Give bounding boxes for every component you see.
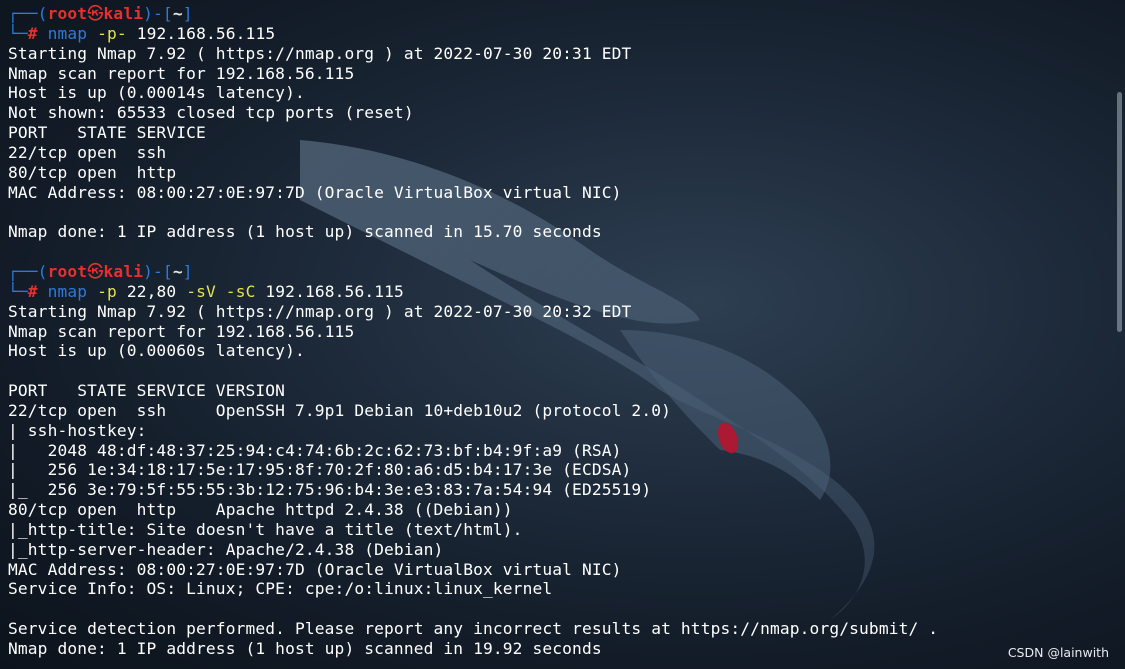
output-line: Starting Nmap 7.92 ( https://nmap.org ) … — [8, 43, 632, 63]
command-arg: 22,80 — [126, 281, 177, 301]
prompt-symbol: # — [27, 23, 38, 43]
command-line: └─# nmap -p 22,80 -sV -sC 192.168.56.115 — [8, 281, 404, 301]
output-line: |_http-server-header: Apache/2.4.38 (Deb… — [8, 539, 444, 559]
output-line: Service detection performed. Please repo… — [8, 619, 939, 639]
command-flag: -p- — [97, 23, 127, 43]
command-line: └─# nmap -p- 192.168.56.115 — [8, 23, 276, 43]
output-line: Not shown: 65533 closed tcp ports (reset… — [8, 103, 414, 123]
output-line: Nmap scan report for 192.168.56.115 — [8, 321, 355, 341]
output-line: 22/tcp open ssh OpenSSH 7.9p1 Debian 10+… — [8, 400, 672, 420]
output-line: |_http-title: Site doesn't have a title … — [8, 519, 523, 539]
output-line: Nmap scan report for 192.168.56.115 — [8, 63, 355, 83]
output-line: Starting Nmap 7.92 ( https://nmap.org ) … — [8, 301, 632, 321]
output-line: 22/tcp open ssh — [8, 142, 167, 162]
output-line: MAC Address: 08:00:27:0E:97:7D (Oracle V… — [8, 559, 622, 579]
skull-icon: ㉿ — [87, 261, 104, 281]
output-line: | ssh-hostkey: — [8, 420, 157, 440]
output-line: Host is up (0.00014s latency). — [8, 83, 305, 103]
terminal-window[interactable]: ┌──(root㉿kali)-[~] └─# nmap -p- 192.168.… — [0, 0, 1125, 669]
prompt-user: root — [47, 261, 88, 281]
command-arg: 192.168.56.115 — [265, 281, 404, 301]
prompt-dir: ~ — [172, 4, 183, 23]
output-line: Nmap done: 1 IP address (1 host up) scan… — [8, 639, 602, 658]
output-line: | 256 1e:34:18:17:5e:17:95:8f:70:2f:80:a… — [8, 460, 632, 480]
output-line: Nmap done: 1 IP address (1 host up) scan… — [8, 222, 602, 242]
output-line: Service Info: OS: Linux; CPE: cpe:/o:lin… — [8, 579, 553, 599]
output-line: |_ 256 3e:79:5f:55:55:3b:12:75:96:b4:3e:… — [8, 480, 652, 500]
prompt-user: root — [47, 4, 88, 23]
output-line: MAC Address: 08:00:27:0E:97:7D (Oracle V… — [8, 182, 622, 202]
prompt-line-top: ┌──(root㉿kali)-[~] — [8, 4, 193, 23]
prompt-symbol: # — [27, 281, 38, 301]
output-line: 80/tcp open http Apache httpd 2.4.38 ((D… — [8, 500, 513, 520]
command-name: nmap — [47, 23, 88, 43]
prompt-host: kali — [103, 4, 144, 23]
command-flag: -p — [97, 281, 117, 301]
output-line: | 2048 48:df:48:37:25:94:c4:74:6b:2c:62:… — [8, 440, 622, 460]
skull-icon: ㉿ — [87, 4, 104, 23]
scrollbar[interactable] — [1117, 92, 1122, 332]
command-name: nmap — [47, 281, 88, 301]
prompt-line-top: ┌──(root㉿kali)-[~] — [8, 261, 193, 281]
watermark: CSDN @lainwith — [1007, 645, 1109, 660]
command-arg: 192.168.56.115 — [136, 23, 276, 43]
command-flag: -sC — [225, 281, 256, 301]
prompt-host: kali — [103, 261, 144, 281]
output-line: 80/tcp open http — [8, 162, 177, 182]
prompt-dir: ~ — [172, 261, 183, 281]
output-line: PORT STATE SERVICE VERSION — [8, 381, 286, 401]
command-flag: -sV — [186, 281, 216, 301]
output-line: Host is up (0.00060s latency). — [8, 341, 305, 361]
output-line: PORT STATE SERVICE — [8, 123, 206, 143]
